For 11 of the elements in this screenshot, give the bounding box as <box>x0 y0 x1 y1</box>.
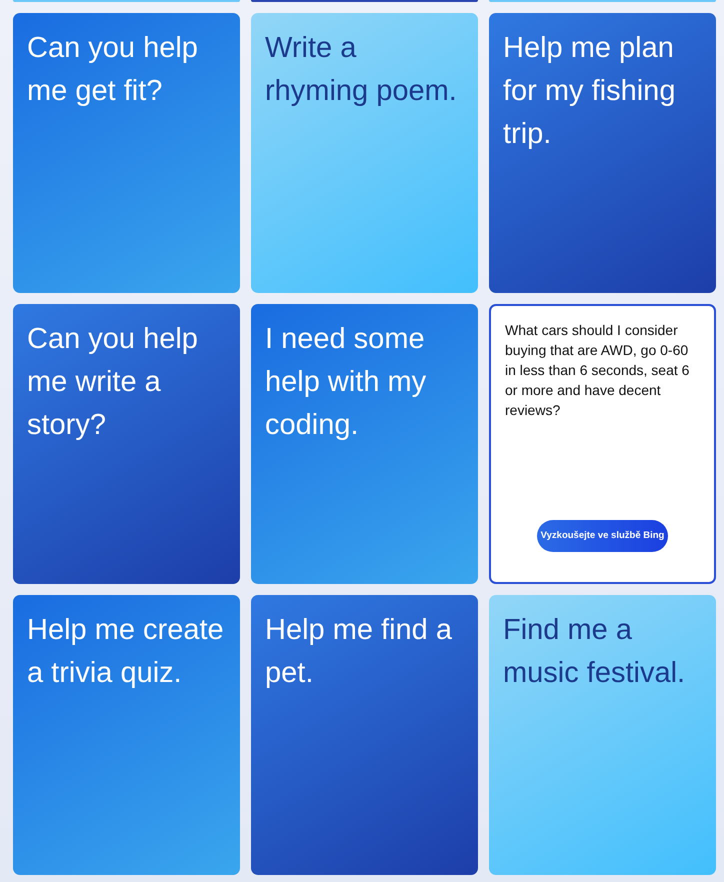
prompt-card[interactable]: What cars should I consider buying that are AWD, go 0-60 in less than 6 seconds, seat 6 or more and have decent reviews? Vyzkoušejte ve službě Bing <box>489 304 716 584</box>
prompt-text: What cars should I consider buying that are AWD, go 0-60 in less than 6 seconds, seat 6 or more and have decent reviews? <box>505 321 690 420</box>
prompt-card[interactable]: Can you help me get fit? <box>13 13 240 293</box>
prompt-card[interactable]: Help me plan for my fishing trip. <box>489 13 716 293</box>
prompt-card[interactable]: I need some help with my coding. <box>251 304 478 584</box>
prompt-card[interactable]: Help me find a pet. <box>251 595 478 875</box>
try-button[interactable]: Vyzkoušejte ve službě Bing <box>536 520 668 552</box>
prompt-card[interactable]: Can you help me write a story? <box>13 304 240 584</box>
prompt-card[interactable]: Write a rhyming poem. <box>251 13 478 293</box>
prompt-card[interactable]: Help me create a trivia quiz. <box>13 595 240 875</box>
prompt-card[interactable]: Find me a music festival. <box>489 595 716 875</box>
